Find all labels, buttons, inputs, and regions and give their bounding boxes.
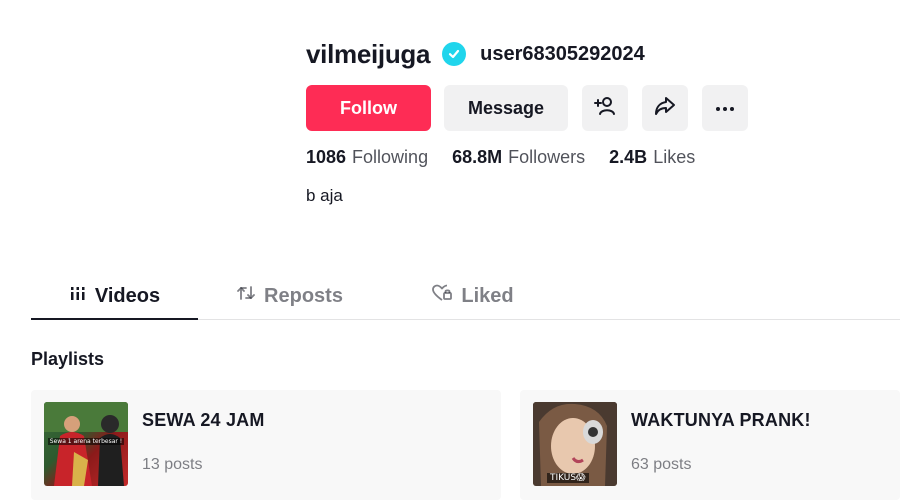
- thumbnail-caption: TIKUS😱: [547, 473, 589, 483]
- profile-stats: 1086 Following 68.8M Followers 2.4B Like…: [306, 147, 866, 168]
- profile-tabs: Videos Reposts Liked: [31, 272, 900, 320]
- following-label: Following: [352, 147, 429, 167]
- playlist-thumbnail: TIKUS😱: [533, 402, 617, 486]
- verified-badge-icon: [442, 42, 467, 66]
- following-stat[interactable]: 1086 Following: [306, 147, 428, 168]
- playlist-post-count: 13 posts: [142, 456, 203, 473]
- followers-stat[interactable]: 68.8M Followers: [452, 147, 585, 168]
- profile-bio: b aja: [306, 186, 343, 205]
- profile-username: vilmeijuga: [306, 38, 431, 69]
- playlist-card[interactable]: TIKUS😱 WAKTUNYA PRANK! 63 posts: [520, 390, 900, 500]
- share-icon: [653, 94, 677, 123]
- thumbnail-caption: Sewa 1 arena terbesar !: [48, 438, 124, 445]
- playlist-title: SEWA 24 JAM: [142, 410, 265, 430]
- heart-lock-icon: [431, 283, 461, 309]
- followers-label: Followers: [508, 147, 586, 167]
- tab-videos-label: Videos: [94, 284, 161, 307]
- playlist-post-count: 63 posts: [631, 456, 692, 473]
- tab-liked[interactable]: Liked: [381, 272, 564, 320]
- grid-icon: [69, 284, 95, 308]
- profile-header: vilmeijuga user68305292024 Follow Messag…: [306, 36, 866, 206]
- repost-icon: [236, 283, 264, 309]
- tab-reposts-label: Reposts: [264, 284, 343, 307]
- playlist-info: SEWA 24 JAM 13 posts: [142, 390, 265, 500]
- playlist-title: WAKTUNYA PRANK!: [631, 410, 811, 430]
- playlist-info: WAKTUNYA PRANK! 63 posts: [631, 390, 811, 500]
- likes-stat: 2.4B Likes: [609, 147, 695, 168]
- share-button[interactable]: [642, 85, 688, 131]
- message-button[interactable]: Message: [444, 85, 568, 131]
- follow-button[interactable]: Follow: [306, 85, 431, 131]
- profile-handle: user68305292024: [480, 42, 645, 65]
- likes-label: Likes: [653, 147, 696, 167]
- profile-actions: Follow Message: [306, 85, 866, 131]
- name-row: vilmeijuga user68305292024: [306, 36, 866, 72]
- tab-liked-label: Liked: [461, 284, 514, 307]
- playlist-thumbnail: Sewa 1 arena terbesar !: [44, 402, 128, 486]
- more-options-button[interactable]: [702, 85, 748, 131]
- following-count: 1086: [306, 147, 347, 167]
- more-options-icon: [715, 99, 735, 117]
- tab-reposts[interactable]: Reposts: [198, 272, 381, 320]
- add-friend-button[interactable]: [582, 85, 628, 131]
- add-user-icon: [593, 94, 617, 123]
- playlist-card[interactable]: Sewa 1 arena terbesar ! SEWA 24 JAM 13 p…: [31, 390, 501, 500]
- active-tab-indicator: [31, 318, 198, 320]
- likes-count: 2.4B: [609, 147, 648, 167]
- followers-count: 68.8M: [452, 147, 503, 167]
- tab-videos[interactable]: Videos: [31, 272, 198, 320]
- playlists-heading: Playlists: [31, 349, 105, 369]
